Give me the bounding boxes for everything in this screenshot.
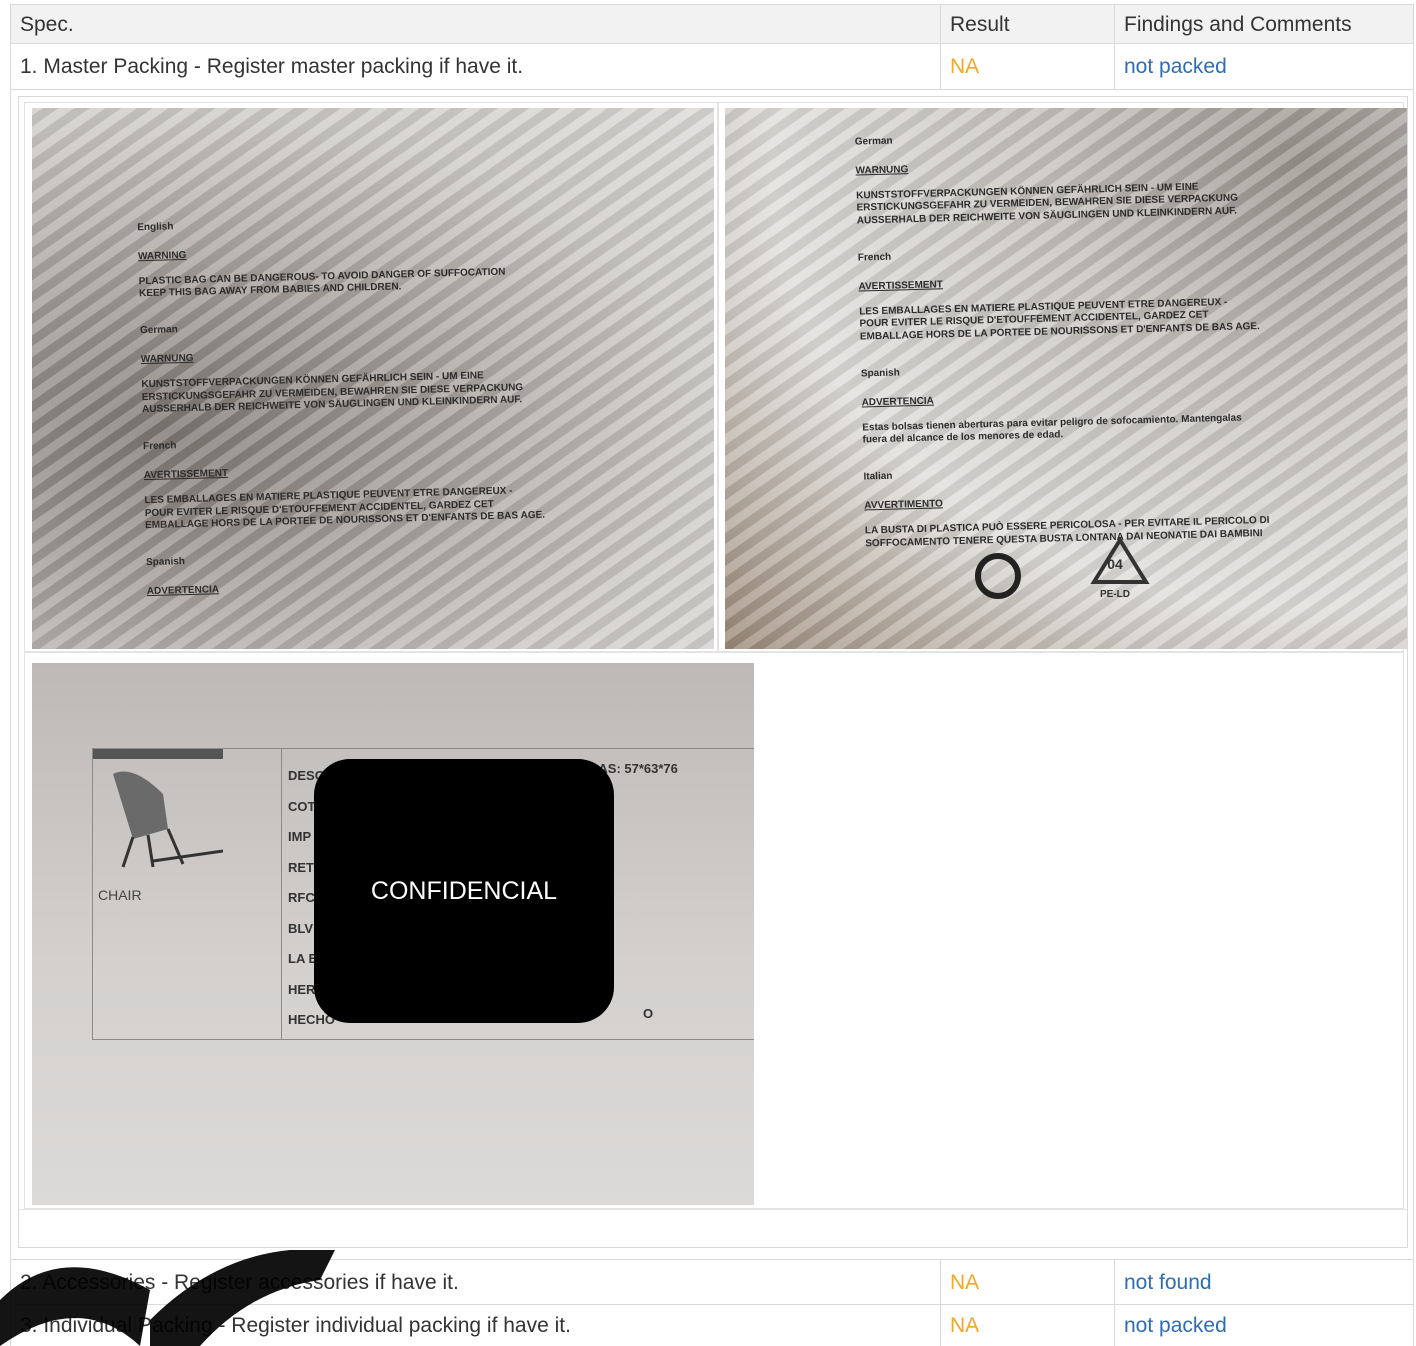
header-comments: Findings and Comments bbox=[1124, 12, 1352, 36]
bag-text-right: German WARNUNG KUNSTSTOFFVERPACKUNGEN KÖ… bbox=[854, 113, 1285, 563]
bag-warning-text: LES EMBALLAGES EN MATIERE PLASTIQUE PEUV… bbox=[859, 296, 1260, 342]
recycle-triangle-icon: 04 PE-LD bbox=[1085, 536, 1155, 600]
bag-warning-title: WARNUNG bbox=[140, 352, 194, 366]
recycle-code: 04 bbox=[1107, 556, 1123, 572]
bag-warning-title: AVERTISSEMENT bbox=[858, 278, 943, 293]
bag-lang: German bbox=[139, 324, 178, 337]
table-row: 1. Master Packing - Register master pack… bbox=[11, 44, 1413, 90]
table-row: 3. Individual Packing - Register individ… bbox=[11, 1305, 1413, 1346]
bag-lang: French bbox=[857, 251, 892, 264]
bag-lang: Italian bbox=[863, 470, 893, 483]
bag-warning-text: LES EMBALLAGES EN MATIERE PLASTIQUE PEUV… bbox=[144, 485, 546, 532]
bag-warning-text: KUNSTSTOFFVERPACKUNGEN KÖNNEN GEFÄHRLICH… bbox=[856, 181, 1239, 227]
bag-warning-text: LA BUSTA DI PLASTICA PUÒ ESSERE PERICOLO… bbox=[864, 514, 1270, 549]
row-comment: not found bbox=[1124, 1270, 1212, 1294]
bag-warning-photo-right[interactable]: German WARNUNG KUNSTSTOFFVERPACKUNGEN KÖ… bbox=[725, 108, 1407, 649]
table-row: 2. Accessories - Register accessories if… bbox=[11, 1259, 1413, 1305]
header-result: Result bbox=[941, 5, 1115, 43]
chair-icon bbox=[93, 749, 223, 868]
bag-lang: English bbox=[137, 220, 174, 233]
bag-warning-text: KUNSTSTOFFVERPACKUNGEN KÖNNEN GEFÄHRLICH… bbox=[141, 370, 524, 416]
row-spec: 2. Accessories - Register accessories if… bbox=[11, 1260, 941, 1304]
confidential-redaction: CONFIDENCIAL bbox=[314, 759, 614, 1023]
bag-warning-text: PLASTIC BAG CAN BE DANGEROUS- TO AVOID D… bbox=[138, 266, 506, 300]
row-spec: 1. Master Packing - Register master pack… bbox=[11, 44, 941, 89]
bag-warning-title: AVVERTIMENTO bbox=[864, 498, 943, 512]
row-comment: not packed bbox=[1124, 55, 1227, 78]
header-spec: Spec. bbox=[11, 5, 941, 43]
table-header: Spec. Result Findings and Comments bbox=[11, 4, 1413, 44]
bag-warning-photo-left[interactable]: English WARNING PLASTIC BAG CAN BE DANGE… bbox=[32, 108, 714, 649]
photo-gallery: English WARNING PLASTIC BAG CAN BE DANGE… bbox=[18, 96, 1408, 1248]
row-spec: 3. Individual Packing - Register individ… bbox=[11, 1305, 941, 1346]
row-result: NA bbox=[941, 1260, 1115, 1304]
label-tail: O bbox=[643, 1006, 654, 1021]
bag-warning-title: ADVERTENCIA bbox=[861, 395, 934, 408]
bag-lang: French bbox=[142, 440, 177, 453]
bag-lang: Spanish bbox=[860, 366, 900, 379]
bag-lang: Spanish bbox=[145, 556, 186, 569]
bag-warning-title: WARNING bbox=[137, 249, 187, 262]
bag-text-left: English WARNING PLASTIC BAG CAN BE DANGE… bbox=[137, 197, 617, 611]
bag-lang: German bbox=[854, 135, 893, 148]
label-divider bbox=[281, 749, 282, 1039]
gallery-divider bbox=[19, 1209, 1407, 1210]
product-label-photo[interactable]: CHAIR DESCRI COT IMP RET RFC: BLV LA E H… bbox=[32, 663, 754, 1205]
label-caption: CHAIR bbox=[98, 887, 142, 903]
bag-warning-title: ADVERTENCIA bbox=[146, 584, 220, 598]
bag-warning-text: Estas bolsas tienen aberturas para evita… bbox=[862, 412, 1242, 446]
row-comment: not packed bbox=[1124, 1314, 1227, 1337]
green-dot-recycle-icon bbox=[975, 553, 1021, 599]
row-result: NA bbox=[941, 44, 1115, 89]
bag-warning-title: WARNUNG bbox=[855, 163, 909, 177]
recycle-material: PE-LD bbox=[1100, 589, 1130, 600]
bag-warning-title: AVERTISSEMENT bbox=[143, 467, 229, 482]
row-result: NA bbox=[941, 1305, 1115, 1346]
inspection-table: Spec. Result Findings and Comments 1. Ma… bbox=[10, 4, 1414, 1346]
